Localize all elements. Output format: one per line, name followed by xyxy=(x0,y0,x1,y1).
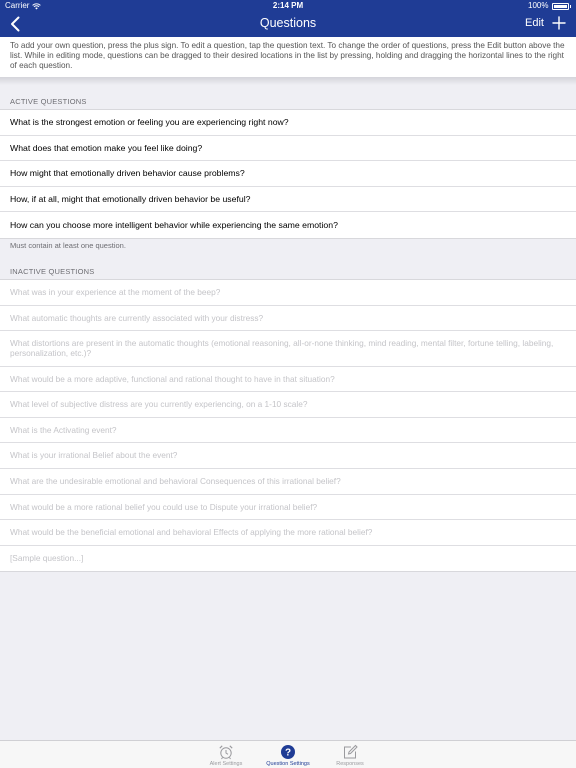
active-question-row[interactable]: What is the strongest emotion or feeling… xyxy=(0,110,576,136)
active-questions-list: What is the strongest emotion or feeling… xyxy=(0,109,576,239)
top-bar: Carrier 2:14 PM 100% Questions Edit xyxy=(0,0,576,37)
svg-text:?: ? xyxy=(285,747,291,758)
navigation-bar: Questions Edit xyxy=(0,12,576,37)
inactive-question-row[interactable]: What was in your experience at the momen… xyxy=(0,280,576,306)
inactive-question-row[interactable]: What distortions are present in the auto… xyxy=(0,331,576,367)
page-title: Questions xyxy=(259,16,317,30)
inactive-question-row[interactable]: What would be a more rational belief you… xyxy=(0,495,576,521)
inactive-questions-header: INACTIVE QUESTIONS xyxy=(10,267,95,276)
status-bar: Carrier 2:14 PM 100% xyxy=(0,0,576,12)
tab-alert-settings[interactable]: Alert Settings xyxy=(196,743,256,767)
inactive-question-row[interactable]: What would be a more adaptive, functiona… xyxy=(0,367,576,393)
divider-shadow xyxy=(0,77,576,85)
edit-button[interactable]: Edit xyxy=(525,17,544,29)
tab-responses[interactable]: Responses xyxy=(320,743,380,767)
inactive-question-row[interactable]: What is your irrational Belief about the… xyxy=(0,443,576,469)
inactive-questions-list: What was in your experience at the momen… xyxy=(0,279,576,573)
status-time: 2:14 PM xyxy=(272,1,304,10)
inactive-question-row[interactable]: What would be the beneficial emotional a… xyxy=(0,520,576,546)
tab-label: Question Settings xyxy=(266,761,310,767)
active-question-row[interactable]: How might that emotionally driven behavi… xyxy=(0,161,576,187)
tab-label: Alert Settings xyxy=(209,761,243,767)
compose-icon xyxy=(344,744,358,758)
inactive-question-row[interactable]: [Sample question...] xyxy=(0,546,576,572)
active-question-row[interactable]: How can you choose more intelligent beha… xyxy=(0,212,576,238)
tab-label: Responses xyxy=(336,761,364,767)
inactive-question-row[interactable]: What are the undesirable emotional and b… xyxy=(0,469,576,495)
active-question-row[interactable]: What does that emotion make you feel lik… xyxy=(0,136,576,162)
active-questions-header: ACTIVE QUESTIONS xyxy=(10,97,87,106)
battery-nub xyxy=(569,4,571,8)
tab-bar: Alert Settings ? Question Settings Respo… xyxy=(0,740,576,768)
alarm-clock-icon xyxy=(219,744,233,759)
add-question-button[interactable] xyxy=(552,16,566,30)
inactive-question-row[interactable]: What level of subjective distress are yo… xyxy=(0,392,576,418)
tab-question-settings[interactable]: ? Question Settings xyxy=(258,743,318,767)
instructions-text: To add your own question, press the plus… xyxy=(0,37,576,77)
battery-icon xyxy=(551,3,569,10)
question-icon: ? xyxy=(281,744,295,759)
active-questions-footer: Must contain at least one question. xyxy=(10,241,126,250)
inactive-question-row[interactable]: What is the Activating event? xyxy=(0,418,576,444)
active-question-row[interactable]: How, if at all, might that emotionally d… xyxy=(0,187,576,213)
inactive-question-row[interactable]: What automatic thoughts are currently as… xyxy=(0,306,576,332)
battery-indicator: 100% xyxy=(528,0,571,12)
battery-label: 100% xyxy=(528,1,549,10)
